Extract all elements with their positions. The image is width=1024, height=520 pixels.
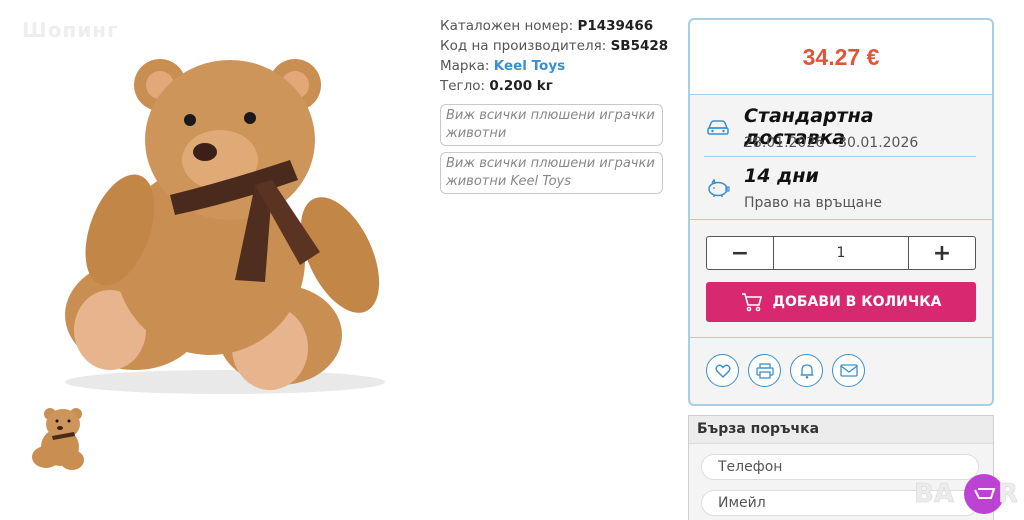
quantity-input[interactable]: 1 xyxy=(773,237,909,269)
heart-icon xyxy=(714,364,731,378)
view-all-plush-button[interactable]: Виж всички плюшени играчки животни xyxy=(440,104,663,146)
return-label: Право на връщане xyxy=(744,195,883,211)
catalog-number-row: Каталожен номер: P1439466 xyxy=(440,18,654,34)
envelope-icon xyxy=(839,364,858,377)
catalog-number: P1439466 xyxy=(577,18,654,34)
piggy-bank-icon xyxy=(708,179,730,197)
weight-value: 0.200 kг xyxy=(489,78,553,94)
delivery-row: Стандартна доставка 28.01.2026 - 30.01.2… xyxy=(704,101,976,157)
product-main-image[interactable] xyxy=(40,30,400,400)
shipping-info: Стандартна доставка 28.01.2026 - 30.01.2… xyxy=(690,95,992,220)
notify-button[interactable] xyxy=(790,354,823,387)
product-actions xyxy=(690,338,992,404)
bazar-logo: BA R xyxy=(912,470,1020,516)
car-icon xyxy=(707,120,729,135)
quantity-area: − 1 + ДОБАВИ В КОЛИЧКА xyxy=(690,220,992,338)
brand-link[interactable]: Keel Toys xyxy=(494,58,565,74)
quantity-decrease-button[interactable]: − xyxy=(707,237,773,269)
delivery-dates: 28.01.2026 - 30.01.2026 xyxy=(744,135,919,151)
price-area: 34.27 € xyxy=(690,20,992,95)
maker-code-row: Код на производителя: SB5428 xyxy=(440,38,669,54)
quantity-stepper: − 1 + xyxy=(706,236,976,270)
quantity-increase-button[interactable]: + xyxy=(909,237,975,269)
bell-icon xyxy=(800,363,813,379)
print-button[interactable] xyxy=(748,354,781,387)
maker-code: SB5428 xyxy=(610,38,669,54)
weight-row: Тегло: 0.200 kг xyxy=(440,78,553,94)
add-to-cart-button[interactable]: ДОБАВИ В КОЛИЧКА xyxy=(706,282,976,322)
buy-box: 34.27 € Стандартна доставка 28.01.2026 -… xyxy=(688,18,994,406)
product-thumbnail[interactable] xyxy=(26,402,96,474)
return-period: 14 дни xyxy=(744,165,819,187)
wishlist-button[interactable] xyxy=(706,354,739,387)
price: 34.27 € xyxy=(802,43,880,70)
cart-icon xyxy=(741,293,762,312)
svg-text:BA: BA xyxy=(914,479,954,509)
view-all-keel-plush-button[interactable]: Виж всички плюшени играчки животни Keel … xyxy=(440,152,663,194)
return-row: 14 дни Право на връщане xyxy=(704,161,976,217)
svg-text:R: R xyxy=(998,479,1018,509)
brand-row: Марка: Keel Toys xyxy=(440,58,566,74)
print-icon xyxy=(755,362,774,379)
quick-order-title: Бърза поръчка xyxy=(689,416,993,444)
product-meta: Каталожен номер: P1439466 Код на произво… xyxy=(440,16,680,194)
email-share-button[interactable] xyxy=(832,354,865,387)
add-to-cart-label: ДОБАВИ В КОЛИЧКА xyxy=(772,294,942,310)
